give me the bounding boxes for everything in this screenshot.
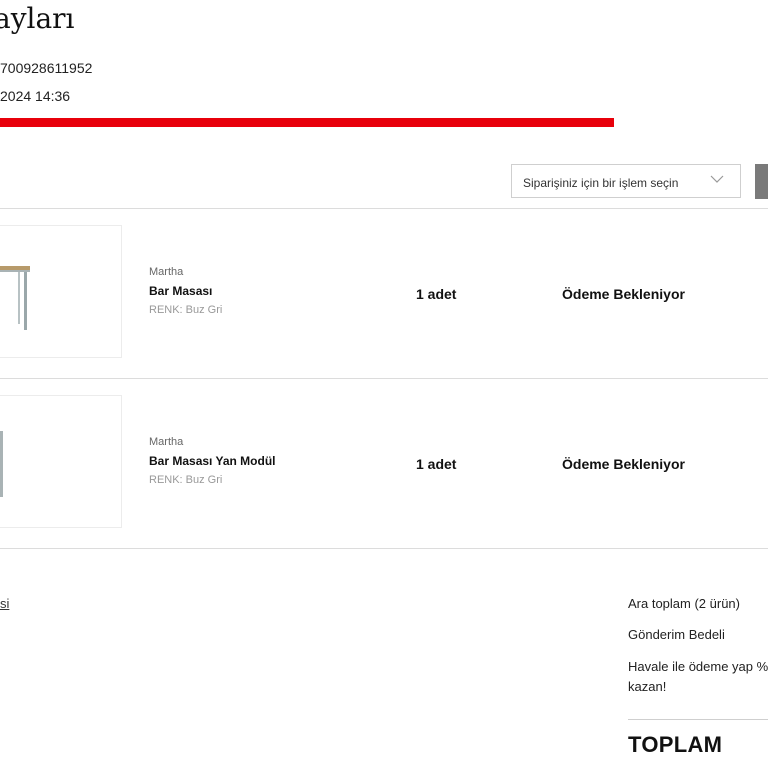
item-color: RENK: Buz Gri — [149, 304, 223, 316]
divider — [0, 548, 768, 549]
order-date: 2024 14:36 — [0, 88, 71, 104]
item-quantity: 1 adet — [416, 456, 457, 472]
item-name[interactable]: Bar Masası Yan Modül — [149, 454, 276, 468]
action-submit-button[interactable] — [755, 164, 768, 199]
order-action-select[interactable]: Siparişiniz için bir işlem seçin — [511, 164, 741, 198]
order-number: 700928611952 — [0, 60, 93, 76]
page-title: ayları — [0, 2, 75, 35]
transfer-discount-label: Havale ile ödeme yap % — [628, 659, 768, 674]
item-color: RENK: Buz Gri — [149, 474, 223, 486]
subtotal-label: Ara toplam (2 ürün) — [628, 596, 740, 611]
transfer-discount-label-line2: kazan! — [628, 679, 667, 694]
product-image-side-module[interactable] — [0, 395, 122, 528]
side-module-image — [0, 431, 3, 497]
item-status: Ödeme Bekleniyor — [562, 286, 685, 302]
total-label: TOPLAM — [628, 732, 723, 757]
shipping-label: Gönderim Bedeli — [628, 627, 725, 642]
product-image-bar-table[interactable] — [0, 225, 122, 358]
item-brand: Martha — [149, 266, 184, 278]
item-status: Ödeme Bekleniyor — [562, 456, 685, 472]
footer-link[interactable]: si — [0, 596, 9, 611]
bar-table-image — [0, 266, 30, 330]
divider — [0, 208, 768, 209]
item-brand: Martha — [149, 436, 184, 448]
redaction-bar — [0, 118, 614, 127]
item-name[interactable]: Bar Masası — [149, 284, 212, 298]
item-quantity: 1 adet — [416, 286, 457, 302]
order-action-select-label: Siparişiniz için bir işlem seçin — [523, 176, 679, 190]
divider — [0, 378, 768, 379]
summary-divider — [628, 719, 768, 720]
chevron-down-icon — [710, 175, 724, 183]
